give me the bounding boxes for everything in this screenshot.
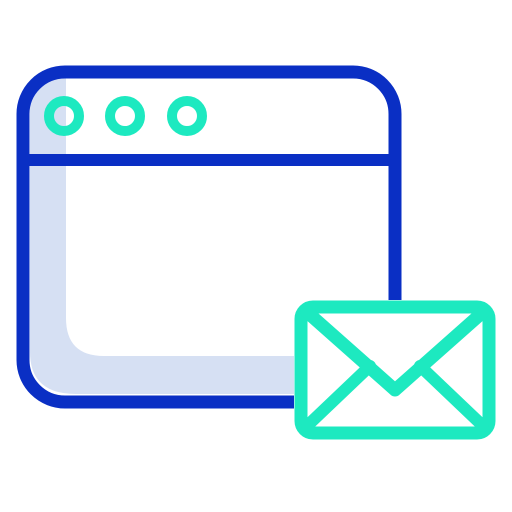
window-control-dots-icon xyxy=(44,96,207,136)
browser-window-with-email-icon xyxy=(16,65,496,440)
window-dot-2 xyxy=(105,96,145,136)
browser-mail-icon-canvas xyxy=(0,0,512,512)
window-dot-3 xyxy=(167,96,207,136)
email-envelope-icon xyxy=(294,300,496,440)
